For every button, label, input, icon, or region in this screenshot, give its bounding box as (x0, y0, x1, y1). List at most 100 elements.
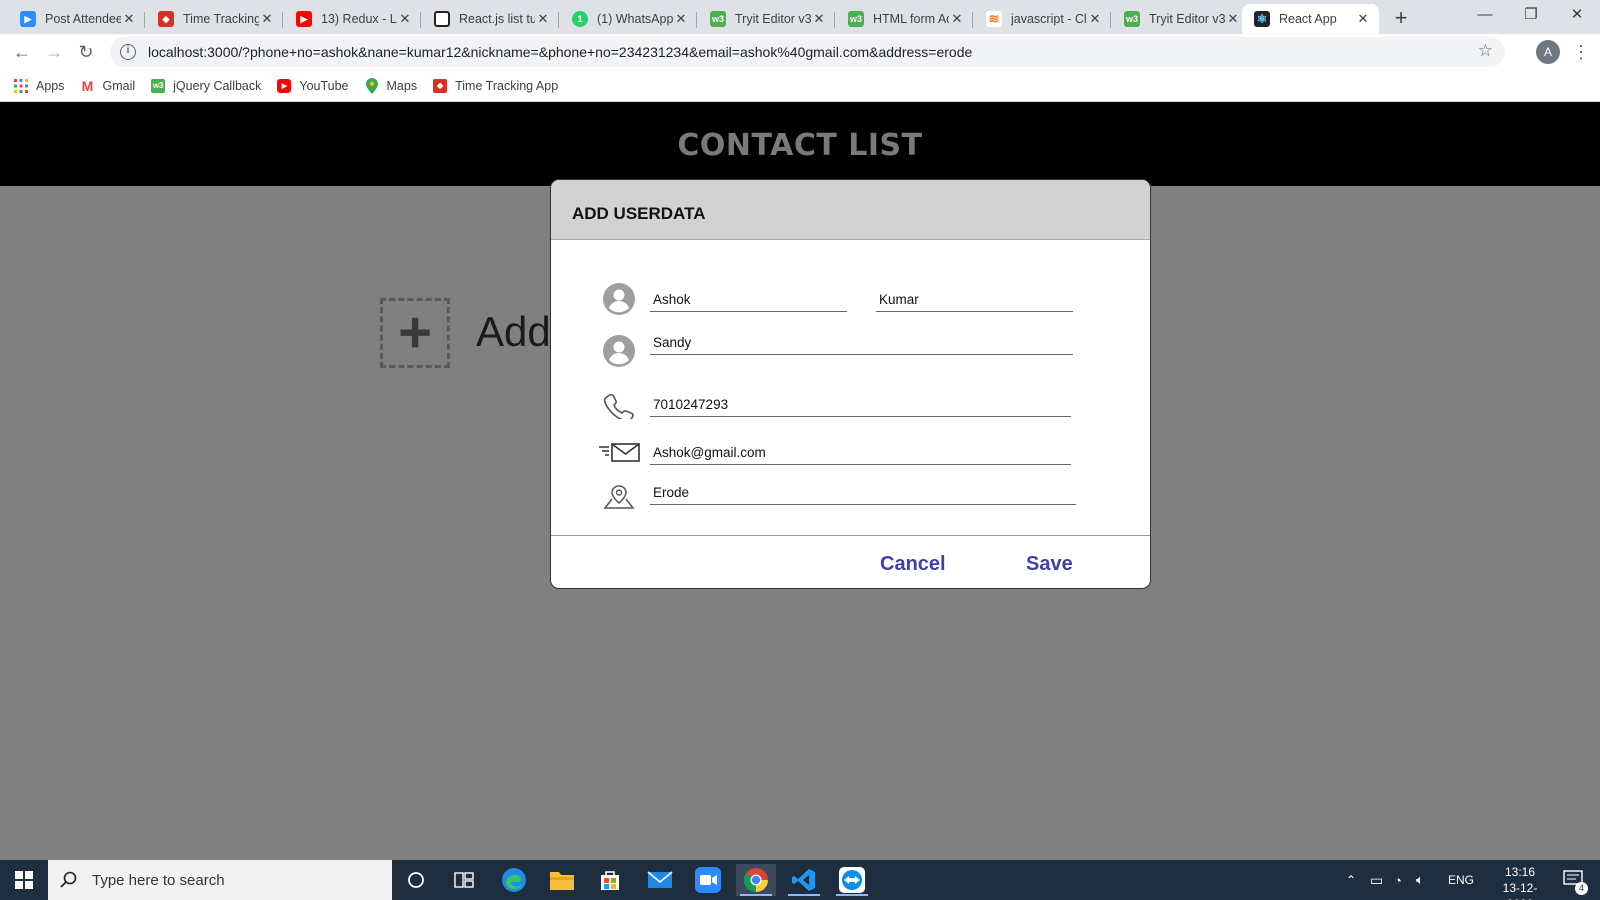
add-contact-button[interactable]: + (380, 298, 450, 368)
menu-icon[interactable]: ⋮ (1572, 40, 1590, 64)
tab-tryit-editor-1[interactable]: w3 Tryit Editor v3 ✕ (698, 4, 835, 34)
cancel-button[interactable]: Cancel (880, 553, 946, 576)
url-text: localhost:3000/?phone+no=ashok&nane=kuma… (148, 44, 973, 60)
close-icon[interactable]: ✕ (1225, 11, 1241, 27)
tab-title: Post Attendee (45, 12, 121, 26)
show-hidden-icons[interactable]: ⌃ (1346, 860, 1356, 900)
phone-icon (603, 393, 637, 422)
mail-icon[interactable] (640, 864, 680, 896)
tab-title: (1) WhatsApp (597, 12, 673, 26)
windows-start-button[interactable] (0, 860, 48, 900)
file-explorer-icon[interactable] (542, 864, 582, 896)
wifi-icon[interactable]: ◔ (1394, 860, 1402, 900)
apps-grid-icon (14, 78, 28, 93)
add-label: Add (476, 308, 551, 355)
tab-post-attendee[interactable]: ▶ Post Attendee ✕ (8, 4, 145, 34)
taskbar-search[interactable]: Type here to search (48, 860, 392, 900)
search-placeholder: Type here to search (92, 871, 225, 889)
edge-browser-icon[interactable] (494, 864, 534, 896)
user-icon (603, 335, 635, 370)
tab-reactjs-list[interactable]: React.js list tu ✕ (422, 4, 559, 34)
close-icon[interactable]: ✕ (673, 11, 689, 27)
close-icon[interactable]: ✕ (1355, 11, 1371, 27)
close-icon[interactable]: ✕ (535, 11, 551, 27)
close-icon[interactable]: ✕ (949, 11, 965, 27)
bookmark-gmail[interactable]: M Gmail (81, 77, 136, 94)
tab-redux[interactable]: ▶ 13) Redux - Le ✕ (284, 4, 421, 34)
tab-title: HTML form Ac (873, 12, 949, 26)
notifications-button[interactable]: 4 (1558, 860, 1588, 900)
task-view-icon[interactable] (444, 864, 484, 896)
location-pin-icon (603, 484, 635, 513)
address-bar[interactable]: i localhost:3000/?phone+no=ashok&nane=ku… (110, 37, 1505, 67)
close-icon[interactable]: ✕ (121, 11, 137, 27)
forward-button[interactable]: → (40, 38, 68, 66)
maps-icon (365, 77, 379, 94)
tab-html-form[interactable]: w3 HTML form Ac ✕ (836, 4, 973, 34)
email-icon (599, 442, 641, 467)
app-header: CONTACT LIST (0, 102, 1600, 186)
tab-time-tracking[interactable]: ◆ Time Tracking ✕ (146, 4, 283, 34)
bookmark-maps[interactable]: Maps (365, 77, 417, 94)
volume-icon[interactable]: 🔈︎ (1416, 860, 1424, 900)
stackoverflow-icon: ≋ (986, 11, 1002, 27)
modal-header: ADD USERDATA (551, 180, 1150, 240)
user-icon (603, 283, 635, 318)
bookmark-youtube[interactable]: ▶ YouTube (277, 78, 349, 93)
profile-avatar[interactable]: A (1536, 40, 1560, 64)
bookmark-apps[interactable]: Apps (14, 78, 65, 93)
browser-toolbar: ← → ↻ i localhost:3000/?phone+no=ashok&n… (0, 34, 1600, 70)
zoom-icon: ▶ (20, 11, 36, 27)
battery-icon[interactable]: ▭ (1370, 860, 1383, 900)
time-tracking-icon: ◆ (433, 78, 448, 93)
vscode-icon[interactable] (784, 864, 824, 896)
w3schools-icon: w3 (151, 78, 166, 93)
info-icon[interactable]: i (120, 44, 136, 60)
minimize-button[interactable]: — (1462, 0, 1508, 34)
email-field[interactable] (650, 445, 1071, 465)
tab-javascript-so[interactable]: ≋ javascript - Cl ✕ (974, 4, 1111, 34)
bookmark-star-icon[interactable]: ☆ (1478, 41, 1493, 61)
reload-button[interactable]: ↻ (72, 38, 100, 66)
restore-button[interactable]: ❐ (1508, 0, 1554, 34)
whatsapp-icon: 1 (572, 11, 588, 27)
tab-title: Tryit Editor v3 (735, 12, 811, 26)
gmail-icon: M (81, 77, 94, 94)
close-icon[interactable]: ✕ (1087, 11, 1103, 27)
youtube-icon: ▶ (296, 11, 312, 27)
taskbar-clock[interactable]: 13:16 13-12-2020 (1490, 864, 1550, 900)
save-button[interactable]: Save (1026, 553, 1073, 576)
bookmarks-bar: Apps M Gmail w3 jQuery Callback ▶ YouTub… (0, 70, 1600, 102)
close-icon[interactable]: ✕ (259, 11, 275, 27)
microsoft-store-icon[interactable] (590, 864, 630, 896)
modal-footer: Cancel Save (551, 535, 1150, 588)
close-icon[interactable]: ✕ (811, 11, 827, 27)
page-icon (434, 11, 450, 27)
phone-field[interactable] (650, 397, 1071, 417)
nickname-field[interactable] (650, 335, 1073, 355)
address-field[interactable] (650, 485, 1076, 505)
bookmark-time-tracking[interactable]: ◆ Time Tracking App (433, 78, 558, 93)
browser-tab-strip: ▶ Post Attendee ✕ ◆ Time Tracking ✕ ▶ 13… (0, 0, 1600, 34)
close-icon[interactable]: ✕ (397, 11, 413, 27)
w3schools-icon: w3 (710, 11, 726, 27)
tab-title: React.js list tu (459, 12, 535, 26)
tab-title: javascript - Cl (1011, 12, 1087, 26)
tab-title: Tryit Editor v3 (1149, 12, 1225, 26)
chrome-icon[interactable] (736, 864, 776, 896)
bookmark-label: Gmail (102, 78, 136, 93)
close-window-button[interactable]: ✕ (1554, 0, 1600, 34)
teamviewer-icon[interactable] (832, 864, 872, 896)
new-tab-button[interactable]: + (1388, 6, 1414, 32)
tab-whatsapp[interactable]: 1 (1) WhatsApp ✕ (560, 4, 697, 34)
back-button[interactable]: ← (8, 38, 36, 66)
cortana-icon[interactable] (396, 864, 436, 896)
bookmark-jquery-callback[interactable]: w3 jQuery Callback (151, 78, 261, 93)
zoom-app-icon[interactable] (688, 864, 728, 896)
first-name-field[interactable] (650, 292, 847, 312)
last-name-field[interactable] (876, 292, 1073, 312)
windows-taskbar: Type here to search ⌃ ▭ ◔ 🔈︎ ENG 13:16 1… (0, 860, 1600, 900)
tab-tryit-editor-2[interactable]: w3 Tryit Editor v3 ✕ (1112, 4, 1249, 34)
tab-react-app[interactable]: ⚛ React App ✕ (1242, 4, 1379, 34)
language-indicator[interactable]: ENG (1448, 860, 1474, 900)
